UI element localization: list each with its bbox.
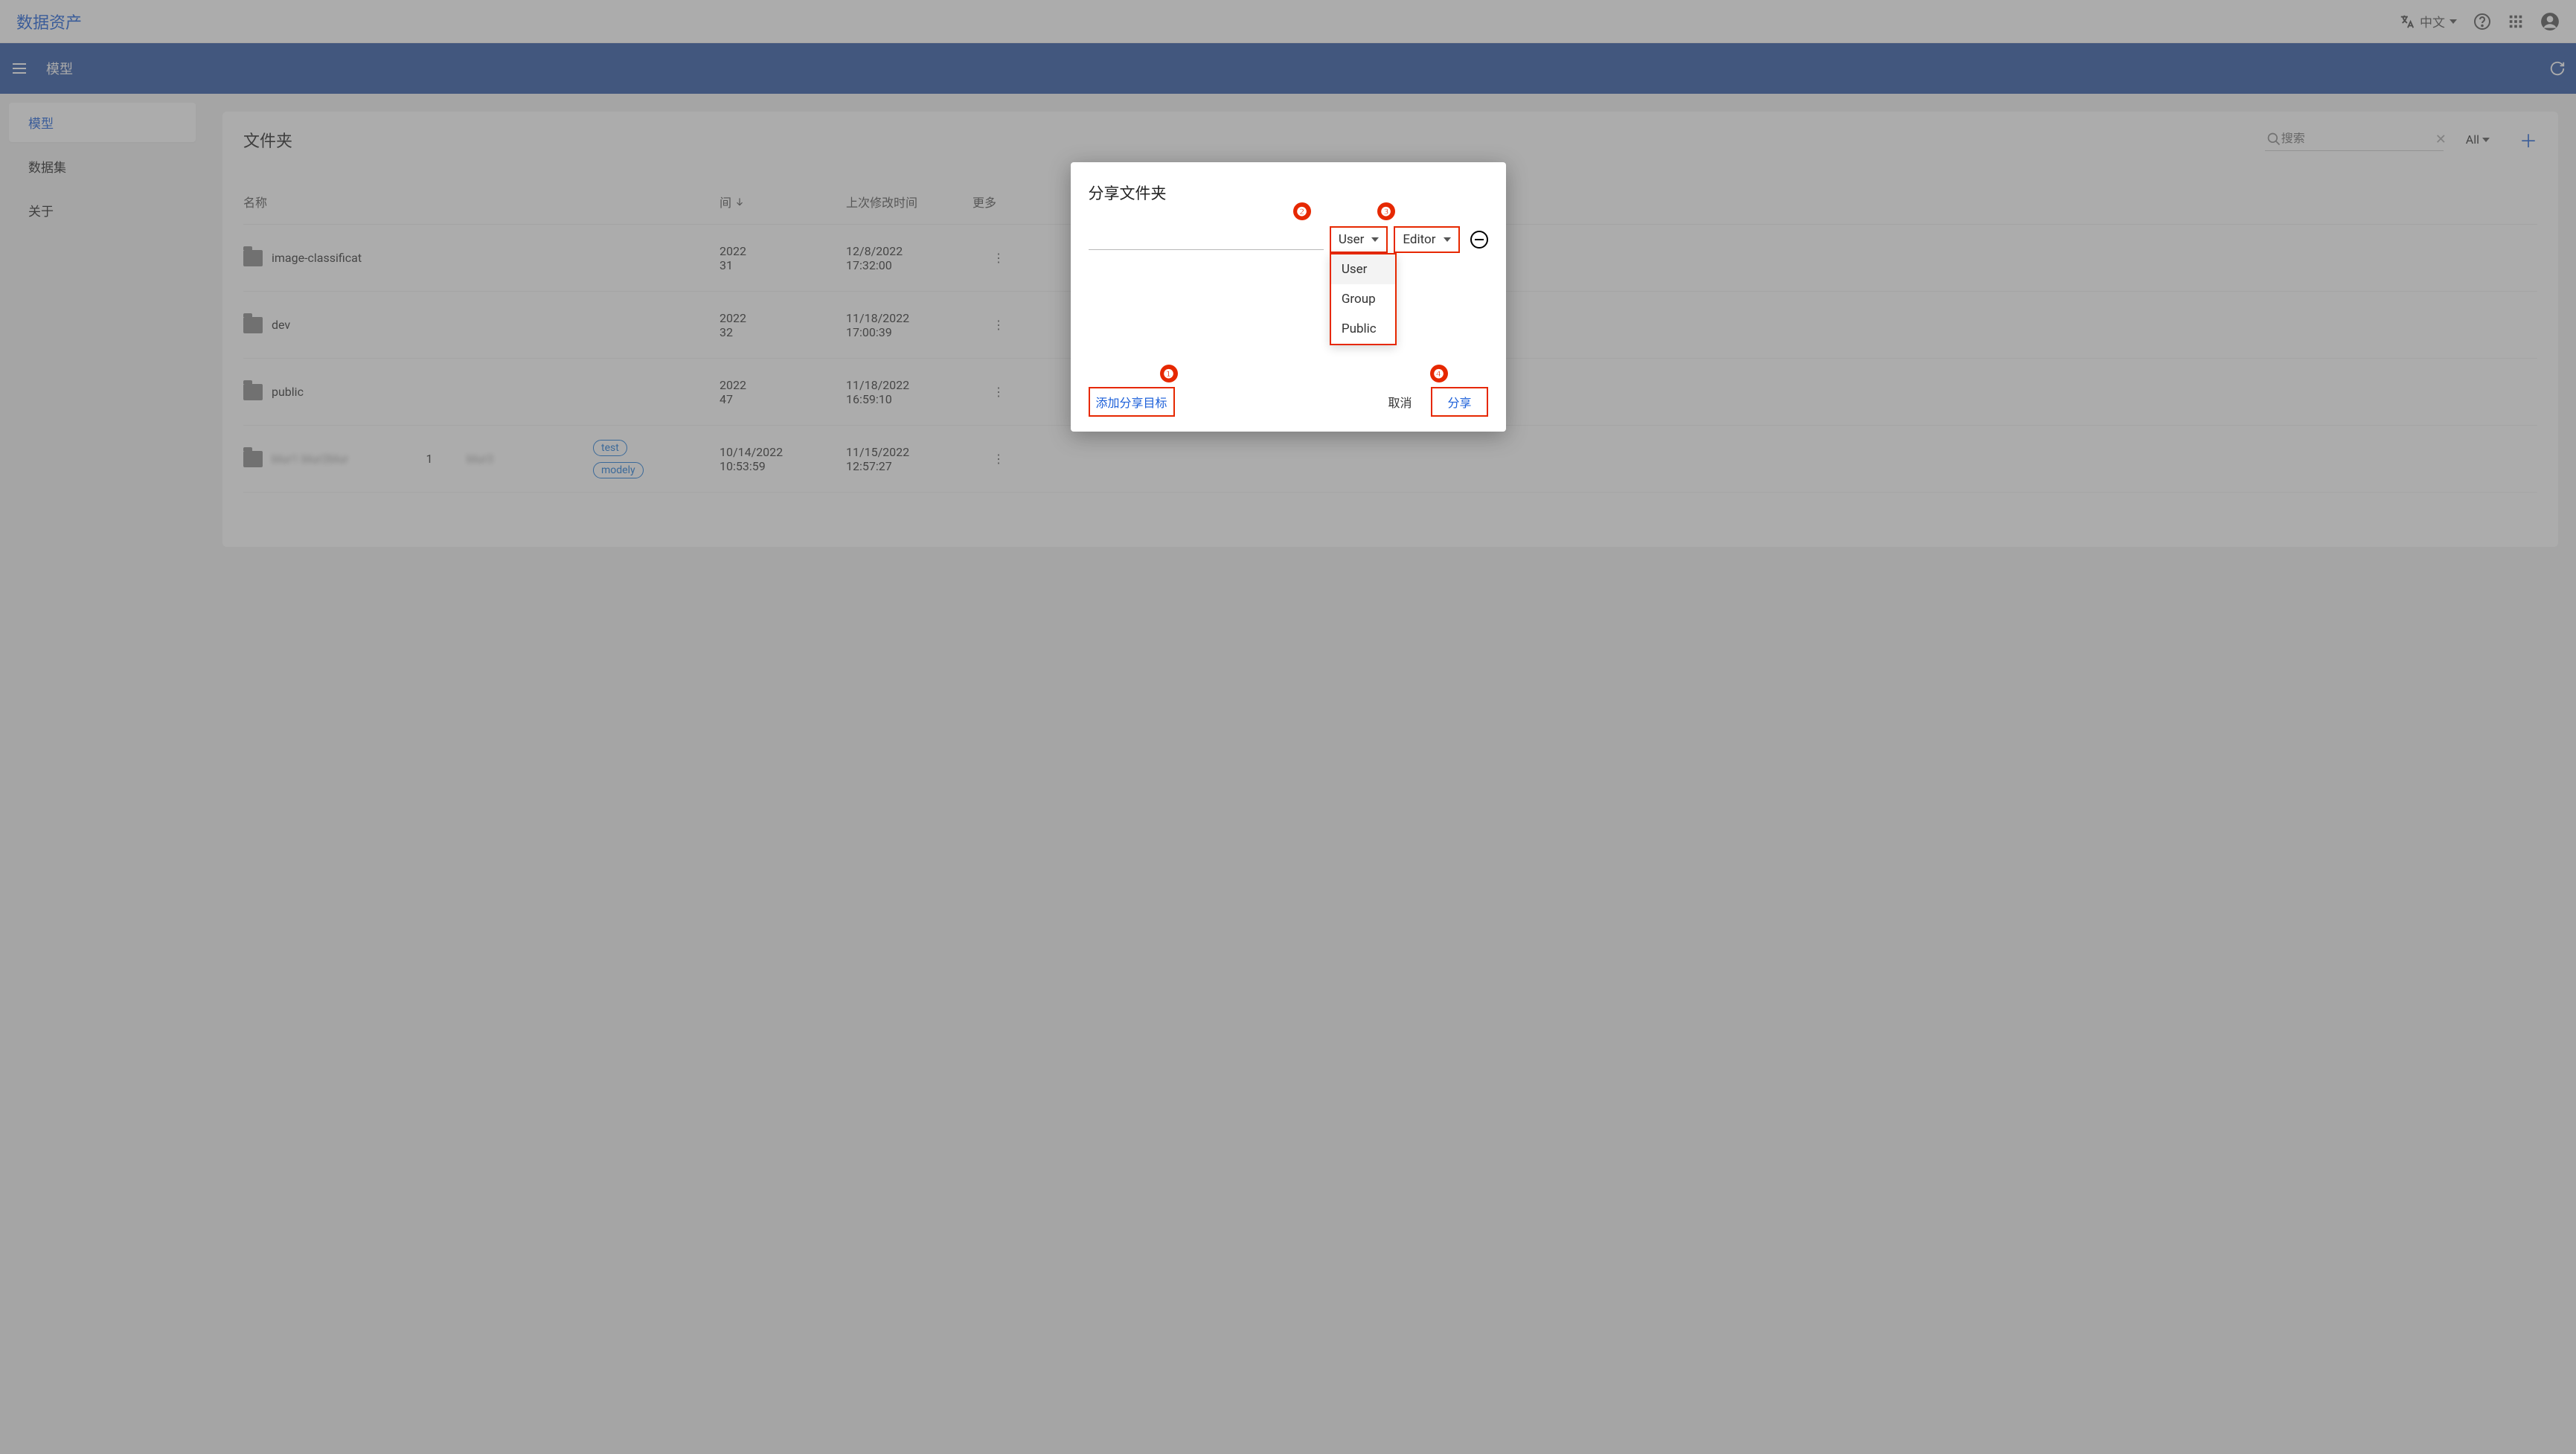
share-target-row: User User Group Public Editor ❷ ❸ <box>1089 226 1488 253</box>
add-share-target-button[interactable]: 添加分享目标 <box>1089 387 1175 417</box>
share-type-select[interactable]: User <box>1330 226 1388 253</box>
annotation-3: ❸ <box>1377 202 1395 220</box>
modal-overlay: 分享文件夹 User User Group Public Editor <box>0 0 2576 1454</box>
annotation-1: ❶ <box>1160 365 1178 382</box>
chevron-down-icon <box>1371 237 1379 242</box>
dialog-footer: 添加分享目标 ❶ 取消 分享 ❹ <box>1089 387 1488 417</box>
share-type-dropdown: User Group Public <box>1330 253 1397 345</box>
dropdown-option-public[interactable]: Public <box>1331 314 1395 344</box>
share-type-value: User <box>1339 232 1365 247</box>
cancel-button[interactable]: 取消 <box>1382 388 1417 415</box>
dialog-title: 分享文件夹 <box>1089 182 1488 204</box>
remove-target-button[interactable] <box>1470 231 1488 249</box>
annotation-4: ❹ <box>1430 365 1448 382</box>
annotation-2: ❷ <box>1293 202 1311 220</box>
share-dialog: 分享文件夹 User User Group Public Editor <box>1071 162 1506 432</box>
dropdown-option-group[interactable]: Group <box>1331 284 1395 314</box>
share-role-value: Editor <box>1403 232 1435 247</box>
share-target-input[interactable] <box>1089 229 1324 250</box>
share-button[interactable]: 分享 <box>1431 387 1487 417</box>
share-role-select[interactable]: Editor <box>1394 226 1459 253</box>
chevron-down-icon <box>1444 237 1451 242</box>
dropdown-option-user[interactable]: User <box>1331 254 1395 284</box>
